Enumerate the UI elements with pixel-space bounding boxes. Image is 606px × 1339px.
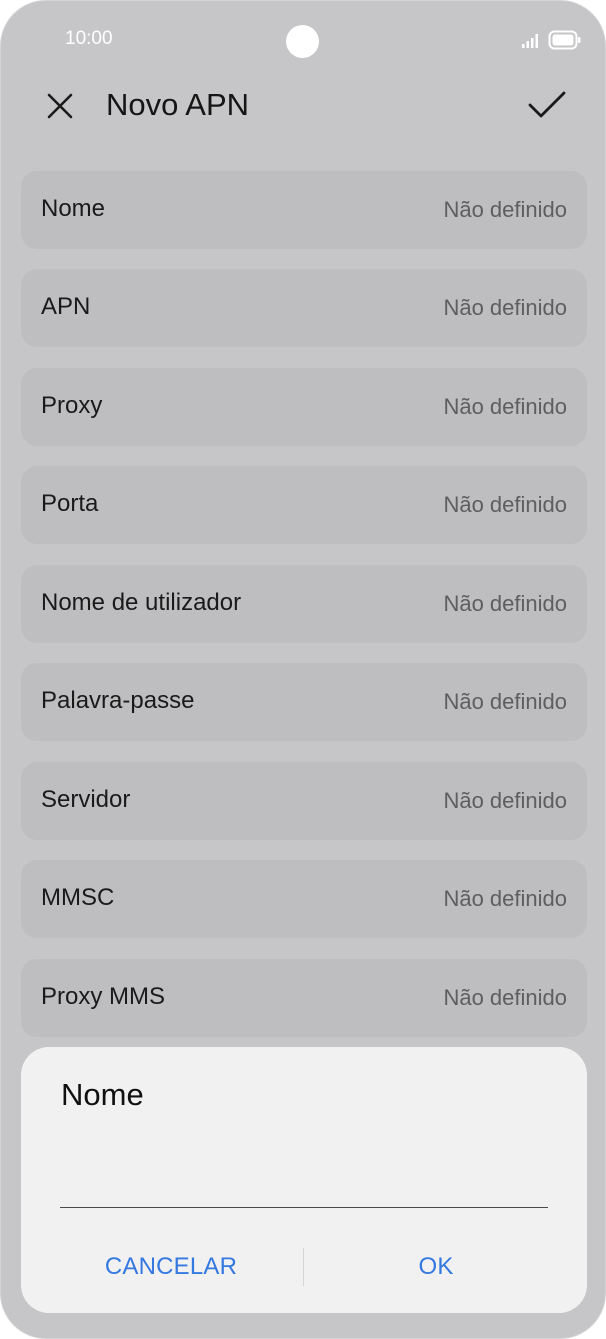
setting-row-port[interactable]: Porta Não definido [21, 466, 587, 544]
save-button[interactable] [525, 85, 569, 129]
status-bar: 10:00 [1, 1, 605, 81]
phone-screen: 10:00 Novo APN Nome Não definido APN Não… [0, 0, 606, 1339]
name-dialog: Nome CANCELAR OK [21, 1047, 587, 1313]
setting-value: Não definido [443, 591, 567, 616]
setting-label: MMSC [41, 884, 115, 911]
setting-row-mms-proxy[interactable]: Proxy MMS Não definido [21, 959, 587, 1037]
setting-row-username[interactable]: Nome de utilizador Não definido [21, 565, 587, 643]
app-bar: Novo APN [1, 81, 605, 137]
battery-icon [548, 30, 582, 55]
setting-label: Porta [41, 490, 99, 517]
close-button[interactable] [41, 89, 79, 127]
setting-row-server[interactable]: Servidor Não definido [21, 762, 587, 840]
setting-value: Não definido [443, 197, 567, 222]
setting-value: Não definido [443, 492, 567, 517]
setting-row-password[interactable]: Palavra-passe Não definido [21, 663, 587, 741]
setting-value: Não definido [443, 394, 567, 419]
setting-label: Proxy [41, 392, 103, 419]
setting-value: Não definido [443, 689, 567, 714]
setting-value: Não definido [443, 985, 567, 1010]
setting-row-name[interactable]: Nome Não definido [21, 171, 587, 249]
dialog-title: Nome [61, 1077, 144, 1112]
status-time: 10:00 [65, 28, 113, 49]
button-divider [303, 1248, 304, 1286]
setting-value: Não definido [443, 295, 567, 320]
name-input[interactable] [60, 1161, 548, 1208]
setting-value: Não definido [443, 886, 567, 911]
setting-label: Nome de utilizador [41, 589, 242, 616]
setting-value: Não definido [443, 788, 567, 813]
cancel-button[interactable]: CANCELAR [61, 1243, 281, 1291]
setting-label: Nome [41, 195, 106, 222]
check-icon [528, 91, 566, 124]
ok-button[interactable]: OK [325, 1243, 547, 1291]
setting-row-proxy[interactable]: Proxy Não definido [21, 368, 587, 446]
setting-label: Servidor [41, 786, 131, 813]
close-icon [47, 93, 73, 124]
setting-label: Proxy MMS [41, 983, 166, 1010]
setting-row-mmsc[interactable]: MMSC Não definido [21, 860, 587, 938]
signal-icon [521, 31, 543, 54]
setting-label: Palavra-passe [41, 687, 195, 714]
setting-label: APN [41, 293, 91, 320]
setting-row-apn[interactable]: APN Não definido [21, 269, 587, 347]
front-camera [286, 25, 319, 58]
page-title: Novo APN [106, 87, 250, 122]
